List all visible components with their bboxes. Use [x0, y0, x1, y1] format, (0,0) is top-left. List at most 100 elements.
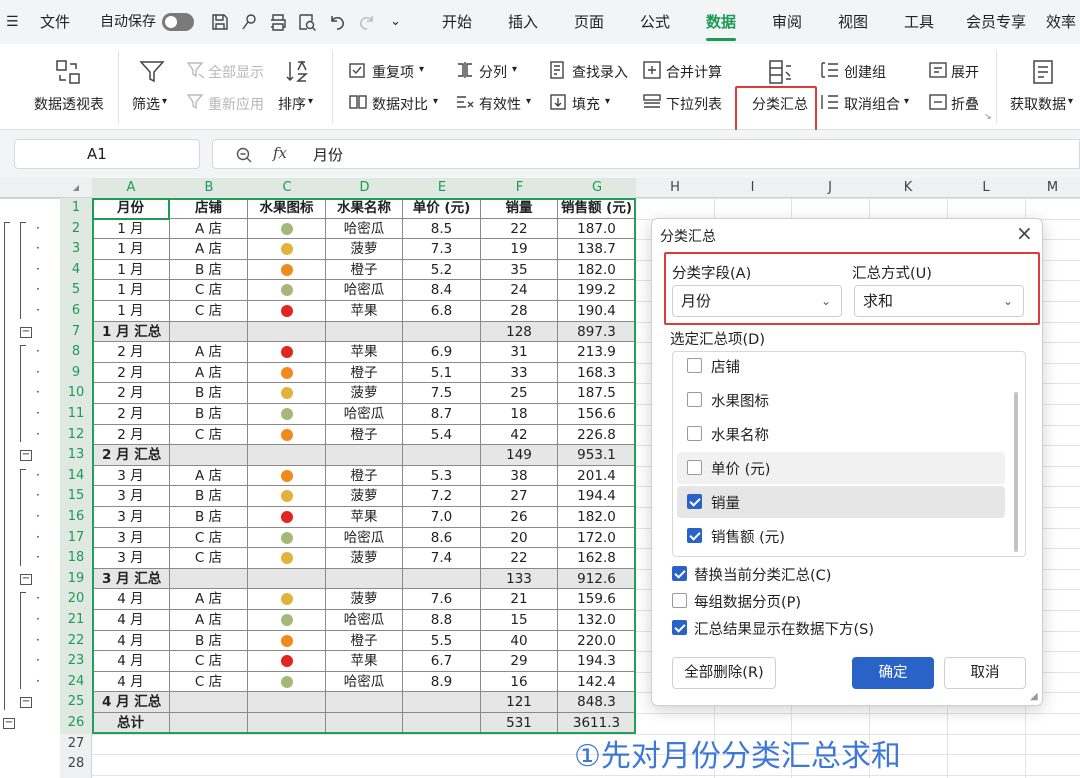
tab-tools[interactable]: 工具: [904, 0, 934, 44]
row-header[interactable]: 27: [60, 734, 92, 755]
table-cell[interactable]: 531: [481, 713, 558, 734]
table-cell[interactable]: [248, 671, 326, 693]
table-cell[interactable]: 15: [481, 610, 558, 631]
table-cell[interactable]: 哈密瓜: [326, 610, 403, 631]
table-cell[interactable]: [170, 321, 248, 343]
table-cell[interactable]: B 店: [170, 507, 248, 528]
table-cell[interactable]: 橙子: [326, 424, 403, 446]
table-cell[interactable]: [326, 692, 403, 713]
table-cell[interactable]: [248, 301, 326, 322]
table-cell[interactable]: 159.6: [558, 589, 636, 610]
column-title[interactable]: 销量: [481, 198, 558, 219]
table-cell[interactable]: A 店: [170, 610, 248, 631]
print-preview-icon[interactable]: [297, 12, 317, 32]
table-cell[interactable]: B 店: [170, 383, 248, 404]
table-cell[interactable]: 226.8: [558, 424, 636, 446]
table-cell[interactable]: 8.5: [403, 218, 481, 240]
list-scrollbar[interactable]: [1014, 392, 1018, 552]
table-cell[interactable]: [248, 713, 326, 734]
collapse-group-button[interactable]: −: [20, 450, 32, 462]
table-cell[interactable]: [248, 486, 326, 507]
table-cell[interactable]: 橙子: [326, 465, 403, 487]
fill-button[interactable]: 填充: [572, 94, 600, 114]
row-header[interactable]: 13: [60, 445, 92, 466]
table-cell[interactable]: 5.2: [403, 259, 481, 281]
row-header[interactable]: 9: [60, 362, 92, 384]
table-cell[interactable]: 5.3: [403, 465, 481, 487]
save-icon[interactable]: [210, 12, 230, 32]
row-header[interactable]: 1: [60, 198, 92, 219]
list-item[interactable]: 店铺: [677, 352, 1005, 382]
table-cell[interactable]: 8.7: [403, 404, 481, 425]
ungroup-button[interactable]: 取消组合: [844, 94, 900, 114]
row-header[interactable]: 24: [60, 671, 92, 693]
table-cell[interactable]: 22: [481, 218, 558, 240]
table-cell[interactable]: 6.8: [403, 301, 481, 322]
table-cell[interactable]: 苹果: [326, 301, 403, 322]
table-cell[interactable]: 2 月 汇总: [92, 445, 170, 466]
table-cell[interactable]: [248, 651, 326, 672]
table-cell[interactable]: 1 月: [92, 218, 170, 240]
table-cell[interactable]: [403, 713, 481, 734]
table-cell[interactable]: 橙子: [326, 259, 403, 281]
column-header-e[interactable]: E: [403, 178, 481, 198]
table-cell[interactable]: 1 月: [92, 301, 170, 322]
collapse-group-button[interactable]: −: [20, 326, 32, 338]
dialog-launcher-icon[interactable]: ↘: [984, 112, 992, 122]
row-header[interactable]: 15: [60, 486, 92, 507]
table-cell[interactable]: 42: [481, 424, 558, 446]
tab-home[interactable]: 开始: [442, 0, 472, 44]
table-cell[interactable]: [326, 445, 403, 466]
column-header-j[interactable]: J: [791, 178, 869, 198]
row-header[interactable]: 6: [60, 301, 92, 322]
table-cell[interactable]: B 店: [170, 486, 248, 507]
table-cell[interactable]: 138.7: [558, 239, 636, 260]
table-cell[interactable]: 7.0: [403, 507, 481, 528]
group-field-select[interactable]: 月份 ⌄: [672, 285, 842, 317]
tab-formula[interactable]: 公式: [640, 0, 670, 44]
name-box[interactable]: A1 ⌄: [14, 139, 200, 169]
table-cell[interactable]: [170, 692, 248, 713]
table-cell[interactable]: C 店: [170, 527, 248, 549]
collapse-all-button[interactable]: −: [3, 718, 15, 729]
dropdown-list-button[interactable]: 下拉列表: [666, 94, 722, 114]
table-cell[interactable]: [170, 713, 248, 734]
table-cell[interactable]: 182.0: [558, 507, 636, 528]
table-cell[interactable]: 28: [481, 301, 558, 322]
table-cell[interactable]: B 店: [170, 259, 248, 281]
row-header[interactable]: 17: [60, 527, 92, 549]
table-cell[interactable]: [403, 568, 481, 590]
column-header-m[interactable]: M: [1025, 178, 1080, 198]
table-cell[interactable]: B 店: [170, 404, 248, 425]
print-icon[interactable]: [268, 12, 288, 32]
resize-grip-icon[interactable]: ◢: [1030, 691, 1038, 702]
table-cell[interactable]: 2 月: [92, 424, 170, 446]
table-cell[interactable]: 187.0: [558, 218, 636, 240]
table-cell[interactable]: 苹果: [326, 651, 403, 672]
sort-button[interactable]: 排序: [278, 94, 306, 114]
table-cell[interactable]: 3 月: [92, 486, 170, 507]
table-cell[interactable]: 3 月: [92, 527, 170, 549]
row-header[interactable]: 14: [60, 465, 92, 487]
table-cell[interactable]: 6.9: [403, 342, 481, 363]
expand-button[interactable]: 展开: [951, 62, 979, 82]
table-cell[interactable]: 7.6: [403, 589, 481, 610]
table-cell[interactable]: 156.6: [558, 404, 636, 425]
table-cell[interactable]: 2 月: [92, 383, 170, 404]
table-cell[interactable]: 菠萝: [326, 486, 403, 507]
validity-button[interactable]: 有效性: [479, 94, 521, 114]
table-cell[interactable]: [248, 527, 326, 549]
table-cell[interactable]: 953.1: [558, 445, 636, 466]
table-cell[interactable]: 33: [481, 362, 558, 384]
row-header[interactable]: 21: [60, 610, 92, 631]
table-cell[interactable]: 21: [481, 589, 558, 610]
row-header[interactable]: 20: [60, 589, 92, 610]
replace-checkbox[interactable]: [672, 566, 687, 581]
table-cell[interactable]: 橙子: [326, 362, 403, 384]
table-cell[interactable]: 3 月: [92, 507, 170, 528]
row-header[interactable]: 10: [60, 383, 92, 404]
table-cell[interactable]: [248, 239, 326, 260]
table-cell[interactable]: 18: [481, 404, 558, 425]
table-cell[interactable]: A 店: [170, 239, 248, 260]
redo-icon[interactable]: [357, 12, 377, 32]
